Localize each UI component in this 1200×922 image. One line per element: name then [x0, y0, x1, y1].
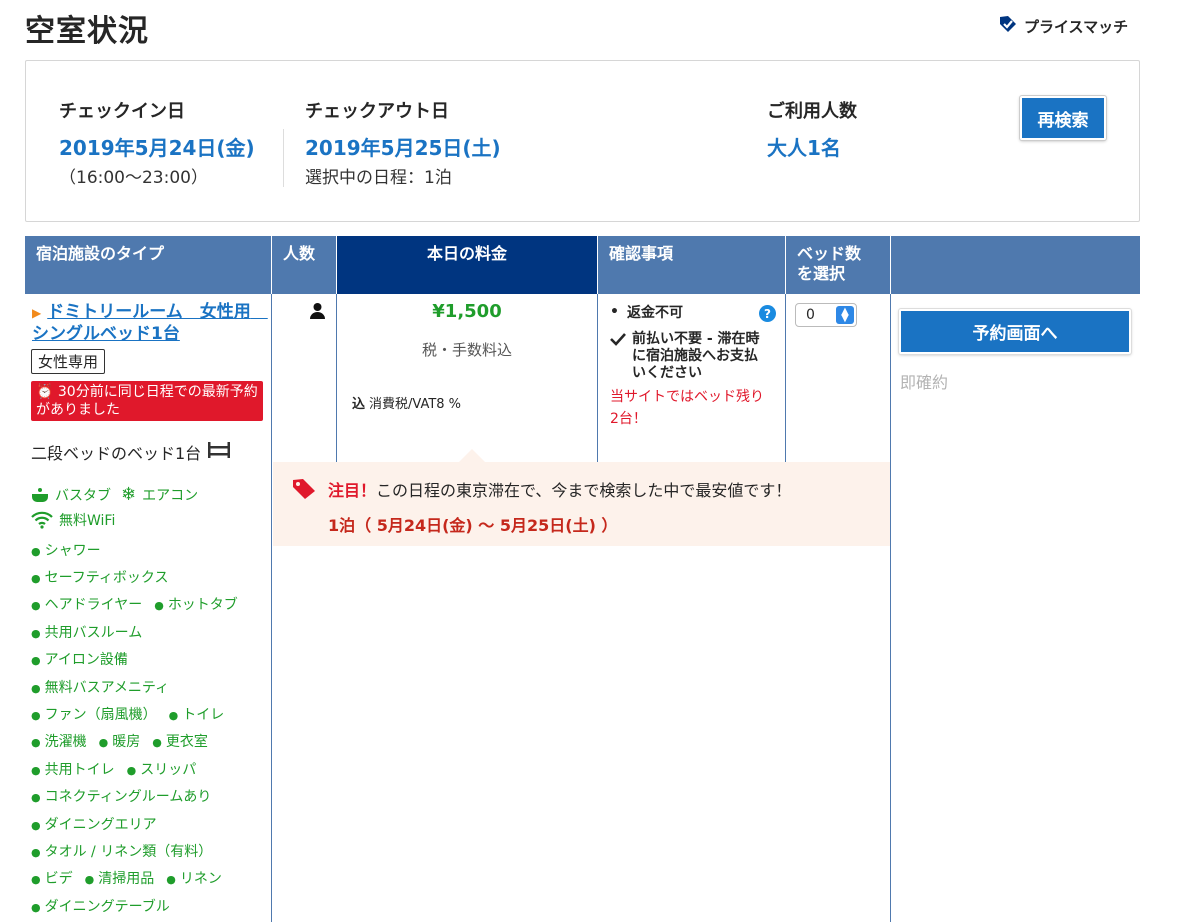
vat-prefix: 込 [352, 397, 366, 412]
header-confirm: 確認事項 [598, 236, 786, 294]
column-divider [271, 294, 272, 922]
bunk-bed-icon [201, 441, 231, 463]
header-action [891, 236, 1140, 294]
checkin-label: チェックイン日 [59, 101, 185, 122]
notice-pointer [458, 449, 486, 463]
amenity-bath: バスタブ [55, 487, 111, 504]
list-item: ● ビデ ● 清掃用品 ● リネン [31, 871, 222, 888]
amenity-aircon: エアコン [142, 487, 199, 504]
pay-at-property-item: 前払い不要 - 滞在時に宿泊施設へお支払いください [610, 331, 770, 382]
list-item: ● アイロン設備 [31, 652, 128, 669]
list-item: ● 洗濯機 ● 暖房 ● 更衣室 [31, 734, 208, 751]
price-tax-note: 税・手数料込 [421, 341, 512, 359]
price-match-link[interactable]: プライスマッチ [998, 14, 1128, 38]
list-item: ● 共用トイレ ● スリッパ [31, 761, 197, 778]
header-type: 宿泊施設のタイプ [25, 236, 272, 294]
recent-booking-alert: ⏰ 30分前に同じ日程での最新予約がありました [31, 381, 263, 421]
header-price: 本日の料金 [337, 236, 598, 294]
guests-value[interactable]: 大人1名 [767, 132, 841, 161]
check-icon [610, 332, 626, 382]
bed-count-select[interactable]: 0 ▲ ▼ [795, 303, 857, 327]
bed-info-text: 二段ベッドのベッド1台 [31, 444, 202, 463]
amenity-list: ● シャワー ● セーフティボックス ● ヘアドライヤー ● ホットタブ ● 共用バスルーム… [31, 536, 250, 919]
wifi-icon [31, 511, 53, 529]
divider [283, 129, 284, 187]
vat-text: 消費税/VAT8 % [369, 397, 462, 412]
search-summary: チェックイン日 2019年5月24日(金) （16:00〜23:00） チェック… [25, 60, 1140, 222]
female-only-badge: 女性専用 [31, 349, 106, 374]
header-bed-line1: ベッド数 [797, 244, 862, 263]
price-match-label: プライスマッチ [1024, 17, 1129, 36]
amenity-row-wifi: 無料WiFi [31, 510, 115, 530]
remaining-beds-warning: 当サイトではベッド残り2台！ [610, 389, 764, 427]
lowest-price-notice: 注目！この日程の東京滞在で、今まで検索した中で最安値です！ 1泊（ 5月24日(… [273, 462, 890, 546]
room-table-header: 宿泊施設のタイプ 人数 本日の料金 確認事項 ベッド数 を選択 [25, 236, 1140, 294]
recent-booking-text: 30分前に同じ日程での最新予約がありました [36, 384, 258, 418]
research-button[interactable]: 再検索 [1020, 96, 1106, 140]
column-divider [785, 294, 786, 462]
list-item: ● 共用バスルーム [31, 624, 143, 641]
confirm-details: • 返金不可 前払い不要 - 滞在時に宿泊施設へお支払いください 当サイトではベ… [610, 302, 780, 427]
instant-confirm: 即確約 [900, 373, 949, 392]
header-persons: 人数 [272, 236, 337, 294]
help-icon[interactable]: ? [759, 305, 776, 322]
nights-selected: 選択中の日程：1泊 [305, 168, 452, 188]
room-title-text: ドミトリールーム 女性用 シングルベッド1台 [32, 302, 268, 344]
amenity-row-top: バスタブ ❄ エアコン [31, 484, 198, 505]
notice-line1: 注目！この日程の東京滞在で、今まで検索した中で最安値です！ [328, 477, 791, 501]
checkout-label: チェックアウト日 [305, 101, 449, 122]
vat-note: 込消費税/VAT8 % [352, 393, 461, 412]
page-title: 空室状況 [25, 14, 149, 49]
price-tag-check-icon [998, 14, 1024, 38]
bed-info: 二段ベッドのベッド1台 [31, 440, 231, 464]
notice-dates: 1泊（ 5月24日(金) 〜 5月25日(土) ） [328, 516, 618, 535]
checkin-date[interactable]: 2019年5月24日(金) [59, 132, 255, 161]
nonrefundable-text: 返金不可 [626, 305, 683, 321]
notice-attention: 注目！ [328, 481, 377, 500]
guests-label: ご利用人数 [767, 101, 857, 122]
column-divider [597, 294, 598, 462]
caret-right-icon: ▶ [32, 306, 42, 320]
reserve-button[interactable]: 予約画面へ [899, 309, 1131, 354]
bathtub-icon [31, 487, 49, 503]
bullet: • [610, 304, 619, 320]
list-item: ● 無料バスアメニティ [31, 679, 170, 696]
person-icon [309, 302, 326, 324]
price-amount: ¥1,500 [432, 301, 502, 322]
list-item: ● セーフティボックス [31, 570, 169, 587]
select-updown-icon: ▲ ▼ [836, 306, 854, 324]
list-item: ● ファン（扇風機） ● トイレ [31, 707, 225, 724]
alarm-clock-icon: ⏰ [36, 384, 54, 400]
pay-at-property-text: 前払い不要 - 滞在時に宿泊施設へお支払いください [632, 331, 760, 381]
list-item: ● コネクティングルームあり [31, 789, 212, 806]
list-item: ● シャワー [31, 542, 101, 559]
list-item: ● ダイニングテーブル [31, 898, 170, 915]
amenity-wifi: 無料WiFi [59, 513, 116, 529]
checkin-time: （16:00〜23:00） [59, 168, 208, 188]
list-item: ● ダイニングエリア [31, 816, 157, 833]
list-item: ● ヘアドライヤー ● ホットタブ [31, 597, 238, 614]
checkout-date[interactable]: 2019年5月25日(土) [305, 132, 501, 161]
header-bed-line2: を選択 [797, 264, 846, 283]
nonrefundable-item: • 返金不可 [610, 302, 780, 322]
bed-count-value: 0 [806, 307, 815, 323]
column-divider [890, 294, 891, 922]
price-tag-icon [292, 478, 316, 504]
header-bed-select: ベッド数 を選択 [786, 236, 891, 294]
room-title-link[interactable]: ▶ ドミトリールーム 女性用 シングルベッド1台 [32, 302, 268, 345]
notice-message: この日程の東京滞在で、今まで検索した中で最安値です！ [376, 481, 792, 500]
snowflake-icon: ❄ [121, 484, 137, 505]
list-item: ● タオル / リネン類（有料） [31, 843, 213, 860]
